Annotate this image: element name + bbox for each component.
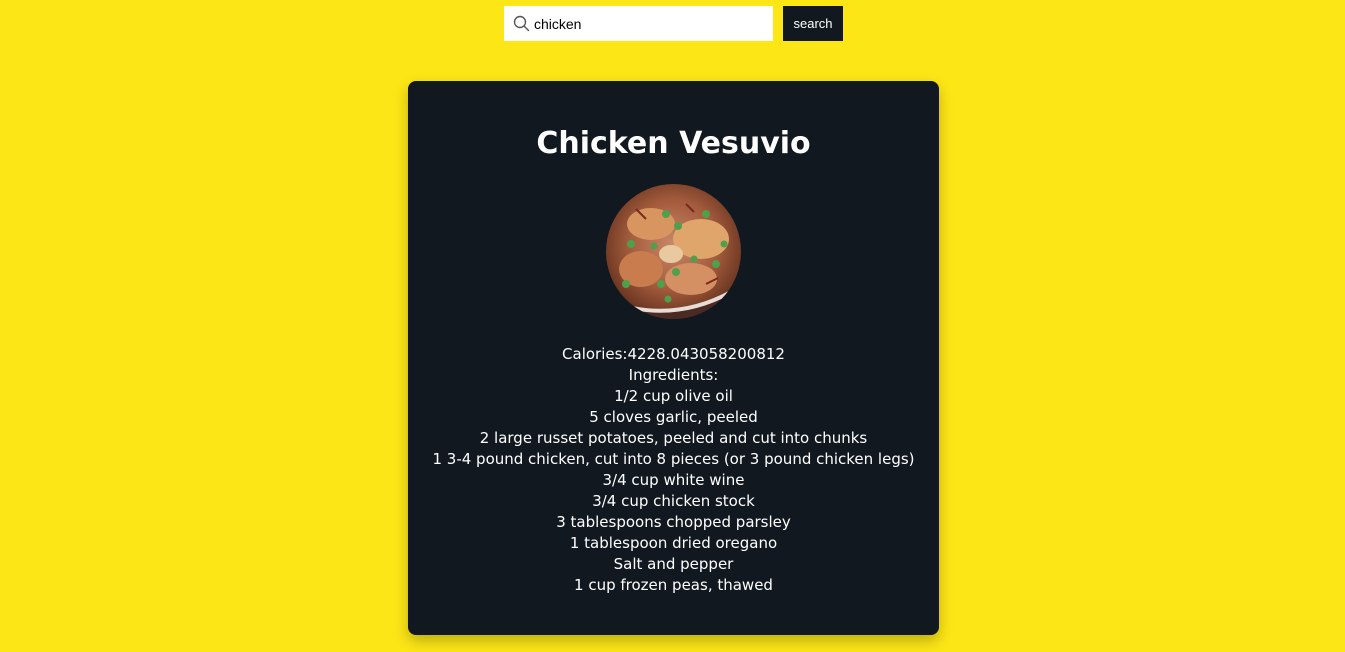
recipe-info: Calories:4228.043058200812 Ingredients: …	[408, 344, 939, 596]
ingredient-item: 1 cup frozen peas, thawed	[574, 576, 773, 594]
recipe-title: Chicken Vesuvio	[536, 126, 811, 161]
search-bar: search	[504, 6, 843, 41]
ingredient-list: 1/2 cup olive oil 5 cloves garlic, peele…	[408, 386, 939, 596]
ingredient-item: 3/4 cup chicken stock	[592, 492, 755, 510]
ingredient-item: 1 tablespoon dried oregano	[569, 534, 778, 552]
calories-line: Calories:4228.043058200812	[408, 344, 939, 365]
ingredient-item: 5 cloves garlic, peeled	[589, 408, 758, 426]
ingredient-item: 3 tablespoons chopped parsley	[556, 513, 791, 531]
ingredient-item: 1 3-4 pound chicken, cut into 8 pieces (…	[432, 450, 915, 468]
ingredient-item: 3/4 cup white wine	[602, 471, 745, 489]
calories-label: Calories:	[562, 345, 628, 363]
search-icon	[513, 15, 530, 32]
ingredients-heading: Ingredients:	[628, 366, 719, 384]
recipe-card: Chicken Vesuvio Calories:4228.0430582008…	[408, 81, 939, 635]
search-box[interactable]	[504, 6, 773, 41]
ingredient-item: Salt and pepper	[613, 555, 734, 573]
ingredient-item: 1/2 cup olive oil	[614, 387, 733, 405]
recipe-image	[606, 184, 741, 319]
ingredient-item: 2 large russet potatoes, peeled and cut …	[479, 429, 868, 447]
calories-value: 4228.043058200812	[627, 345, 785, 363]
search-input[interactable]	[534, 15, 754, 32]
search-button[interactable]: search	[783, 6, 843, 41]
